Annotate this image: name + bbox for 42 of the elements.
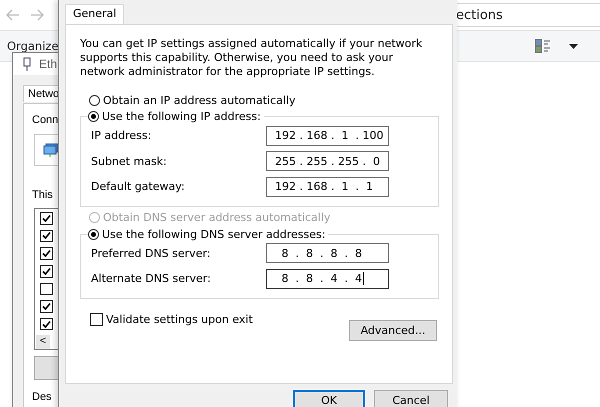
network-cable-icon bbox=[23, 57, 31, 71]
radio-button[interactable] bbox=[89, 94, 100, 106]
ip-input-field[interactable]: 192 . 168 . 1 . 1 bbox=[266, 176, 389, 197]
radio-label: Use the following IP address: bbox=[102, 110, 261, 123]
advanced-button[interactable]: Advanced... bbox=[349, 320, 437, 340]
cancel-button[interactable]: Cancel bbox=[374, 390, 448, 407]
scroll-left-button[interactable]: < bbox=[36, 335, 50, 350]
caret-icon[interactable] bbox=[569, 44, 578, 48]
window-title: Eth bbox=[39, 57, 58, 71]
radio-button[interactable] bbox=[88, 111, 99, 122]
connect-label: Conn bbox=[32, 114, 58, 126]
field-label: Subnet mask: bbox=[91, 154, 168, 168]
radio-label: Use the following DNS server addresses: bbox=[102, 228, 326, 240]
field-label: Alternate DNS server: bbox=[91, 272, 212, 286]
general-tab[interactable]: General bbox=[65, 4, 124, 24]
checkbox[interactable] bbox=[40, 230, 53, 242]
network-adapter-icon bbox=[43, 143, 59, 157]
radio-label: Obtain DNS server address automatically bbox=[103, 211, 330, 224]
intro-text: You can get IP settings assigned automatically if your network supports this capability. Otherwise, you need to ask your network administrator for the appropriate IP settings. bbox=[80, 37, 424, 79]
checkbox[interactable] bbox=[40, 212, 53, 225]
view-options-icon[interactable] bbox=[535, 39, 551, 53]
dns-input-field[interactable]: 8 . 8 . 8 . 8 bbox=[266, 243, 389, 264]
checkbox[interactable] bbox=[40, 264, 53, 278]
list-label: This bbox=[32, 189, 53, 201]
checkbox[interactable] bbox=[40, 318, 53, 330]
ok-button[interactable]: OK bbox=[293, 390, 365, 407]
address-text: ections bbox=[456, 8, 503, 22]
organize-menu[interactable]: Organize bbox=[7, 39, 59, 53]
checkbox[interactable] bbox=[90, 312, 103, 326]
radio-label: Obtain an IP address automatically bbox=[103, 94, 296, 106]
field-label: Default gateway: bbox=[91, 180, 186, 194]
field-label: IP address: bbox=[91, 129, 152, 142]
checkbox[interactable] bbox=[40, 300, 53, 313]
checkbox[interactable] bbox=[40, 282, 53, 296]
radio-button[interactable] bbox=[88, 228, 99, 240]
ip-input-field[interactable]: 192 . 168 . 1 . 100 bbox=[266, 126, 389, 146]
ip-input-field[interactable]: 255 . 255 . 255 . 0 bbox=[266, 151, 389, 172]
description-label: Des bbox=[32, 391, 52, 403]
dns-input-field[interactable]: 8 . 8 . 4 . 4 bbox=[266, 268, 389, 289]
field-label: Preferred DNS server: bbox=[91, 246, 212, 260]
radio-option[interactable]: Obtain an IP address automatically bbox=[89, 92, 439, 108]
checkbox[interactable] bbox=[40, 247, 53, 260]
